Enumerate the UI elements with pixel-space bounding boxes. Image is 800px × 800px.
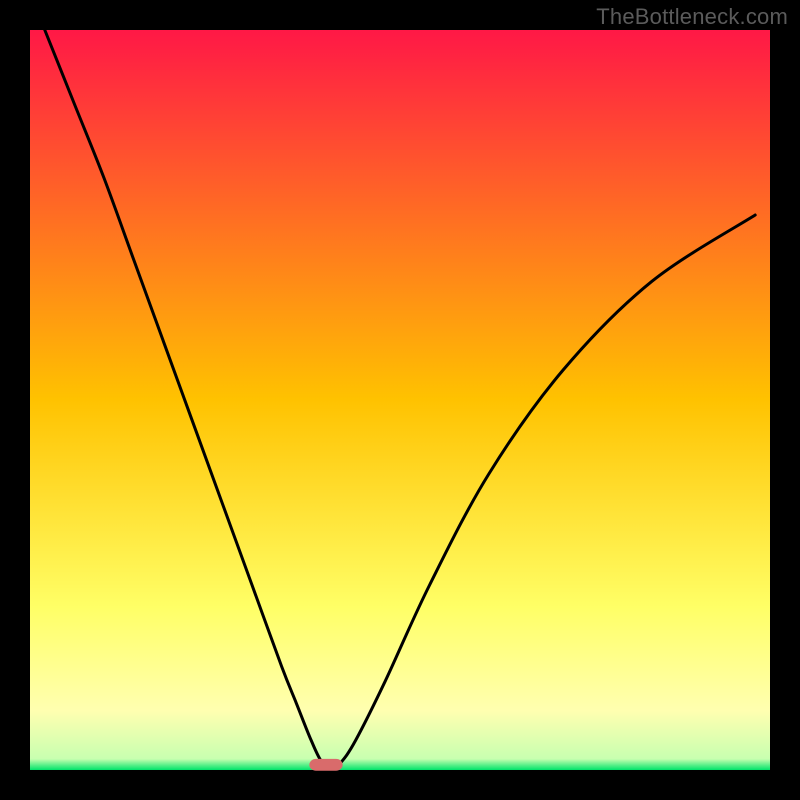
chart-frame: TheBottleneck.com [0,0,800,800]
watermark-text: TheBottleneck.com [596,4,788,30]
minimum-marker [309,759,342,771]
plot-background [30,30,770,770]
chart-svg [0,0,800,800]
